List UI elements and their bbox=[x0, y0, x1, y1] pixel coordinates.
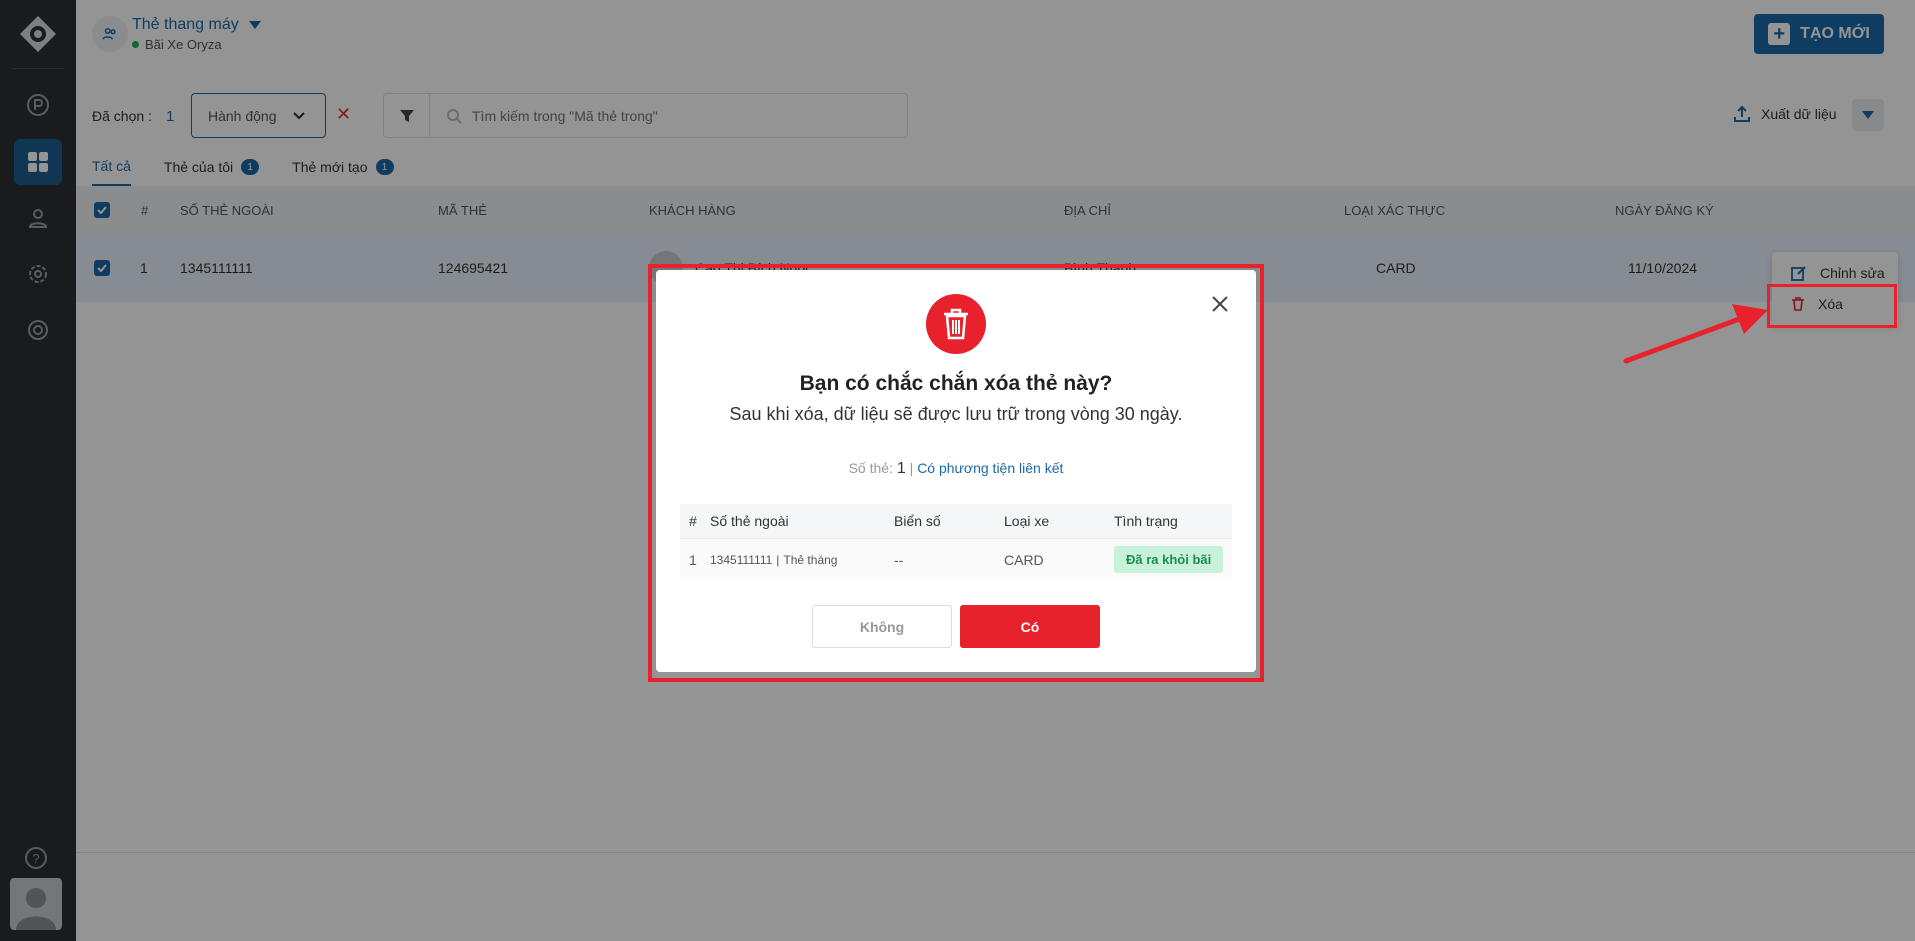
highlight-box-modal bbox=[648, 264, 1264, 682]
highlight-box-delete bbox=[1767, 284, 1897, 328]
arrow-icon bbox=[1623, 304, 1768, 364]
